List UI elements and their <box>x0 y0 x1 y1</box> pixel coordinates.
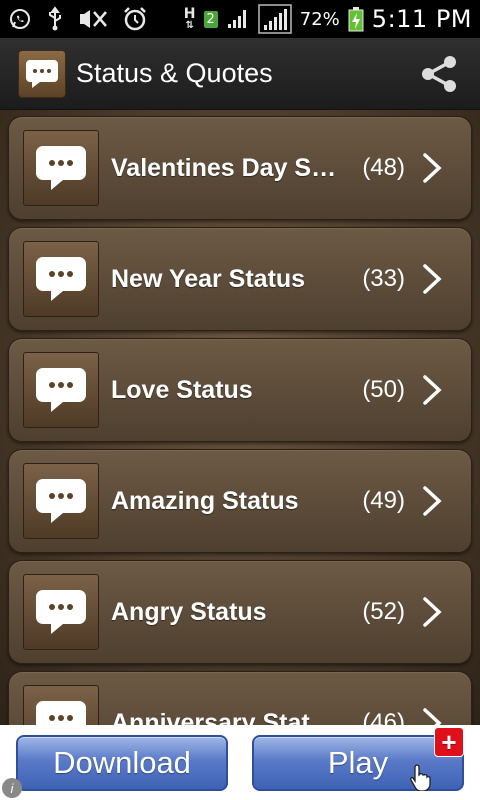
list-item-count: (52) <box>362 598 405 625</box>
chat-bubble-icon <box>23 463 99 539</box>
list-item[interactable]: Love Status (50) <box>8 338 472 442</box>
sim-badge: 2 <box>203 10 218 28</box>
app-title: Status & Quotes <box>76 58 273 88</box>
chat-bubble-icon <box>23 352 99 428</box>
chevron-right-icon <box>421 151 447 185</box>
signal-mute-icon <box>78 8 108 30</box>
category-list-area[interactable]: Valentines Day S… (48) New Year Status (33)… <box>0 110 480 725</box>
list-item-count: (48) <box>362 154 405 181</box>
ad-banner[interactable]: Download Play + i <box>0 725 480 800</box>
battery-percent: 72% <box>299 8 340 30</box>
list-item-count: (46) <box>362 709 405 725</box>
signal-icon <box>226 8 250 30</box>
chat-bubble-icon <box>23 130 99 206</box>
chevron-right-icon <box>421 373 447 407</box>
share-icon <box>422 55 456 92</box>
list-item-count: (33) <box>362 265 405 292</box>
list-item-label: Amazing Status <box>111 486 299 515</box>
hand-cursor-icon <box>410 763 432 799</box>
chat-bubble-icon <box>23 574 99 650</box>
chevron-right-icon <box>421 262 447 296</box>
alarm-icon <box>122 6 148 32</box>
signal-icon-2 <box>258 4 292 34</box>
network-type-icon: H ⇅ <box>183 6 196 31</box>
list-item-count: (49) <box>362 487 405 514</box>
chevron-right-icon <box>421 484 447 518</box>
play-label: Play <box>327 744 389 780</box>
whatsapp-icon <box>8 7 32 31</box>
download-button[interactable]: Download <box>16 734 228 791</box>
list-item-label: Valentines Day S… <box>111 153 337 182</box>
chevron-right-icon <box>421 706 447 725</box>
list-item[interactable]: Anniversary Stat… (46) <box>8 671 472 725</box>
chat-bubble-icon <box>23 241 99 317</box>
share-button[interactable] <box>416 51 462 97</box>
info-icon[interactable]: i <box>2 778 22 798</box>
usb-icon <box>46 6 64 32</box>
play-button[interactable]: Play + <box>252 726 464 792</box>
plus-badge: + <box>434 726 464 757</box>
action-bar: Status & Quotes <box>0 38 480 110</box>
list-item-label: New Year Status <box>111 264 306 293</box>
chat-bubble-icon <box>23 685 99 725</box>
status-bar: H ⇅ 2 72% 5:11 PM <box>0 0 480 38</box>
category-list: Valentines Day S… (48) New Year Status (33)… <box>0 110 480 725</box>
list-item-count: (50) <box>362 376 405 403</box>
list-item[interactable]: Amazing Status (49) <box>8 449 472 553</box>
app-logo-icon <box>18 49 66 98</box>
battery-charging-icon <box>348 6 364 32</box>
list-item[interactable]: Valentines Day S… (48) <box>8 116 472 220</box>
list-item-label: Anniversary Stat… <box>111 708 335 726</box>
clock: 5:11 PM <box>371 5 472 33</box>
list-item-label: Love Status <box>111 375 253 404</box>
chevron-right-icon <box>421 595 447 629</box>
list-item-label: Angry Status <box>111 597 267 626</box>
list-item[interactable]: Angry Status (52) <box>8 560 472 664</box>
list-item[interactable]: New Year Status (33) <box>8 227 472 331</box>
